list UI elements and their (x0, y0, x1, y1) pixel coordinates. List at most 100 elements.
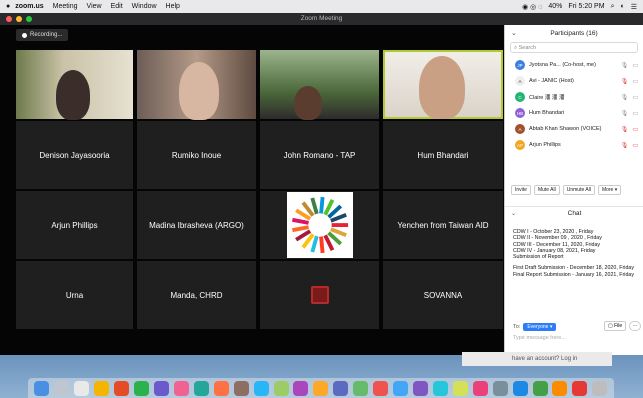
participant-name: SOVANNA (423, 290, 463, 300)
participant-name: Madina Ibrasheva (ARGO) (149, 220, 244, 230)
launchpad-icon[interactable] (54, 380, 70, 396)
safari-icon[interactable] (74, 380, 90, 396)
camera-off-icon[interactable]: ▭ (632, 126, 638, 133)
app-icon[interactable] (313, 380, 329, 396)
participant-tile[interactable]: Manda, CHRD (137, 261, 256, 329)
maximize-window-button[interactable] (26, 16, 32, 22)
app-icon[interactable] (492, 380, 508, 396)
participant-tile[interactable]: John Romano - TAP (260, 121, 379, 189)
participant-tile[interactable]: Madina Ibrasheva (ARGO) (137, 191, 256, 259)
invite-button[interactable]: Invite (511, 185, 531, 195)
search-icon[interactable]: ⌕ (611, 3, 615, 11)
participant-tile[interactable]: Rumiko Inoue (137, 121, 256, 189)
app-icon[interactable] (253, 380, 269, 396)
camera-icon[interactable]: ▭ (632, 62, 638, 69)
participant-tile[interactable]: Denison Jayasooria (16, 121, 133, 189)
chat-more-button[interactable]: ··· (629, 321, 641, 331)
microphone-muted-icon[interactable]: 🎙 (621, 126, 629, 133)
participant-tile-sdg[interactable] (260, 191, 379, 259)
microphone-icon[interactable]: 🎙 (621, 94, 629, 101)
app-icon[interactable] (213, 380, 229, 396)
avatar: HB (515, 108, 525, 118)
menu-edit[interactable]: Edit (111, 3, 123, 10)
camera-off-icon[interactable]: ▭ (632, 142, 638, 149)
finder-icon[interactable] (34, 380, 50, 396)
app-icon[interactable] (233, 380, 249, 396)
app-icon[interactable] (173, 380, 189, 396)
participant-row[interactable]: A Abtab Khan Shawon (VOICE) 🎙 ▭ (505, 121, 643, 137)
close-window-button[interactable] (6, 16, 12, 22)
microphone-muted-icon[interactable]: 🎙 (621, 142, 629, 149)
participant-name: Rumiko Inoue (171, 150, 222, 160)
app-icon[interactable] (114, 380, 130, 396)
camera-icon[interactable]: ▭ (632, 78, 638, 85)
collapse-chevron-icon[interactable]: ⌄ (511, 207, 516, 221)
app-icon[interactable] (153, 380, 169, 396)
app-icon[interactable] (273, 380, 289, 396)
clock[interactable]: Fri 5:20 PM (568, 3, 604, 10)
app-icon[interactable] (472, 380, 488, 396)
participant-row[interactable]: A Avi - JANIC (Host) 🎙 ▭ (505, 73, 643, 89)
app-icon[interactable] (532, 380, 548, 396)
chat-line: First Draft Submission - December 18, 20… (513, 265, 634, 272)
app-icon[interactable] (353, 380, 369, 396)
app-icon[interactable] (134, 380, 150, 396)
participant-row[interactable]: AP Arjun Phillips 🎙 ▭ (505, 137, 643, 153)
participant-row[interactable]: C Claire 潘 潘 潘 🎙 ▭ (505, 89, 643, 105)
video-tile-2[interactable] (137, 50, 256, 120)
recipient-select[interactable]: Everyone ▾ (523, 323, 557, 331)
trash-icon[interactable] (592, 380, 608, 396)
microphone-muted-icon[interactable]: 🎙 (621, 78, 629, 85)
microphone-icon[interactable]: 🎙 (621, 110, 629, 117)
menu-list-icon[interactable]: ☰ (631, 3, 637, 11)
camera-icon[interactable]: ▭ (632, 94, 638, 101)
menu-view[interactable]: View (87, 3, 102, 10)
video-tile-1[interactable] (16, 50, 133, 120)
participant-tile[interactable]: Urna (16, 261, 133, 329)
participants-search[interactable]: ⌕ Search (510, 42, 638, 53)
microphone-icon[interactable]: 🎙 (621, 62, 629, 69)
chrome-icon[interactable] (94, 380, 110, 396)
menu-window[interactable]: Window (132, 3, 157, 10)
video-tile-4-active-speaker[interactable] (383, 50, 503, 119)
apple-icon[interactable]: ● (6, 3, 10, 10)
recording-indicator[interactable]: Recording... (16, 29, 69, 41)
app-icon[interactable] (193, 380, 209, 396)
mute-all-button[interactable]: Mute All (533, 185, 560, 195)
app-icon[interactable] (572, 380, 588, 396)
app-icon[interactable] (333, 380, 349, 396)
app-icon[interactable] (552, 380, 568, 396)
participant-tile[interactable]: Yenchen from Taiwan AID (383, 191, 503, 259)
menu-meeting[interactable]: Meeting (53, 3, 78, 10)
participant-tile-logo[interactable] (260, 261, 379, 329)
participant-tile[interactable]: Hum Bhandari (383, 121, 503, 189)
dock (28, 378, 614, 398)
camera-icon[interactable]: ▭ (632, 110, 638, 117)
app-icon[interactable] (373, 380, 389, 396)
unmute-all-button[interactable]: Unmute All (562, 185, 595, 195)
signin-strip[interactable]: have an account? Log in (462, 352, 612, 366)
video-tile-3[interactable] (260, 50, 379, 120)
app-icon[interactable] (512, 380, 528, 396)
participant-tile[interactable]: SOVANNA (383, 261, 503, 329)
menu-help[interactable]: Help (166, 3, 180, 10)
minimize-window-button[interactable] (16, 16, 22, 22)
participant-name: Hum Bhandari (417, 150, 469, 160)
more-button[interactable]: More ▾ (597, 185, 622, 195)
app-icon[interactable] (293, 380, 309, 396)
app-icon[interactable] (393, 380, 409, 396)
app-icon[interactable] (432, 380, 448, 396)
status-icons[interactable]: ◉ ◎ ◌ (522, 3, 542, 11)
participant-row[interactable]: HB Hum Bhandari 🎙 ▭ (505, 105, 643, 121)
avatar: JP (515, 60, 525, 70)
chat-input[interactable]: Type message here... (513, 335, 566, 341)
menu-app-name[interactable]: zoom.us (15, 3, 43, 10)
participant-tile[interactable]: Arjun Phillips (16, 191, 133, 259)
siri-icon[interactable]: ◐ (620, 3, 624, 10)
file-button[interactable]: ▢ File (604, 321, 627, 331)
participant-row[interactable]: JP Jyotsna Pa... (Co-host, me) 🎙 ▭ (505, 57, 643, 73)
app-icon[interactable] (452, 380, 468, 396)
collapse-chevron-icon[interactable]: ⌄ (511, 25, 517, 42)
app-icon[interactable] (412, 380, 428, 396)
wifi-battery[interactable]: 40% (548, 3, 562, 10)
